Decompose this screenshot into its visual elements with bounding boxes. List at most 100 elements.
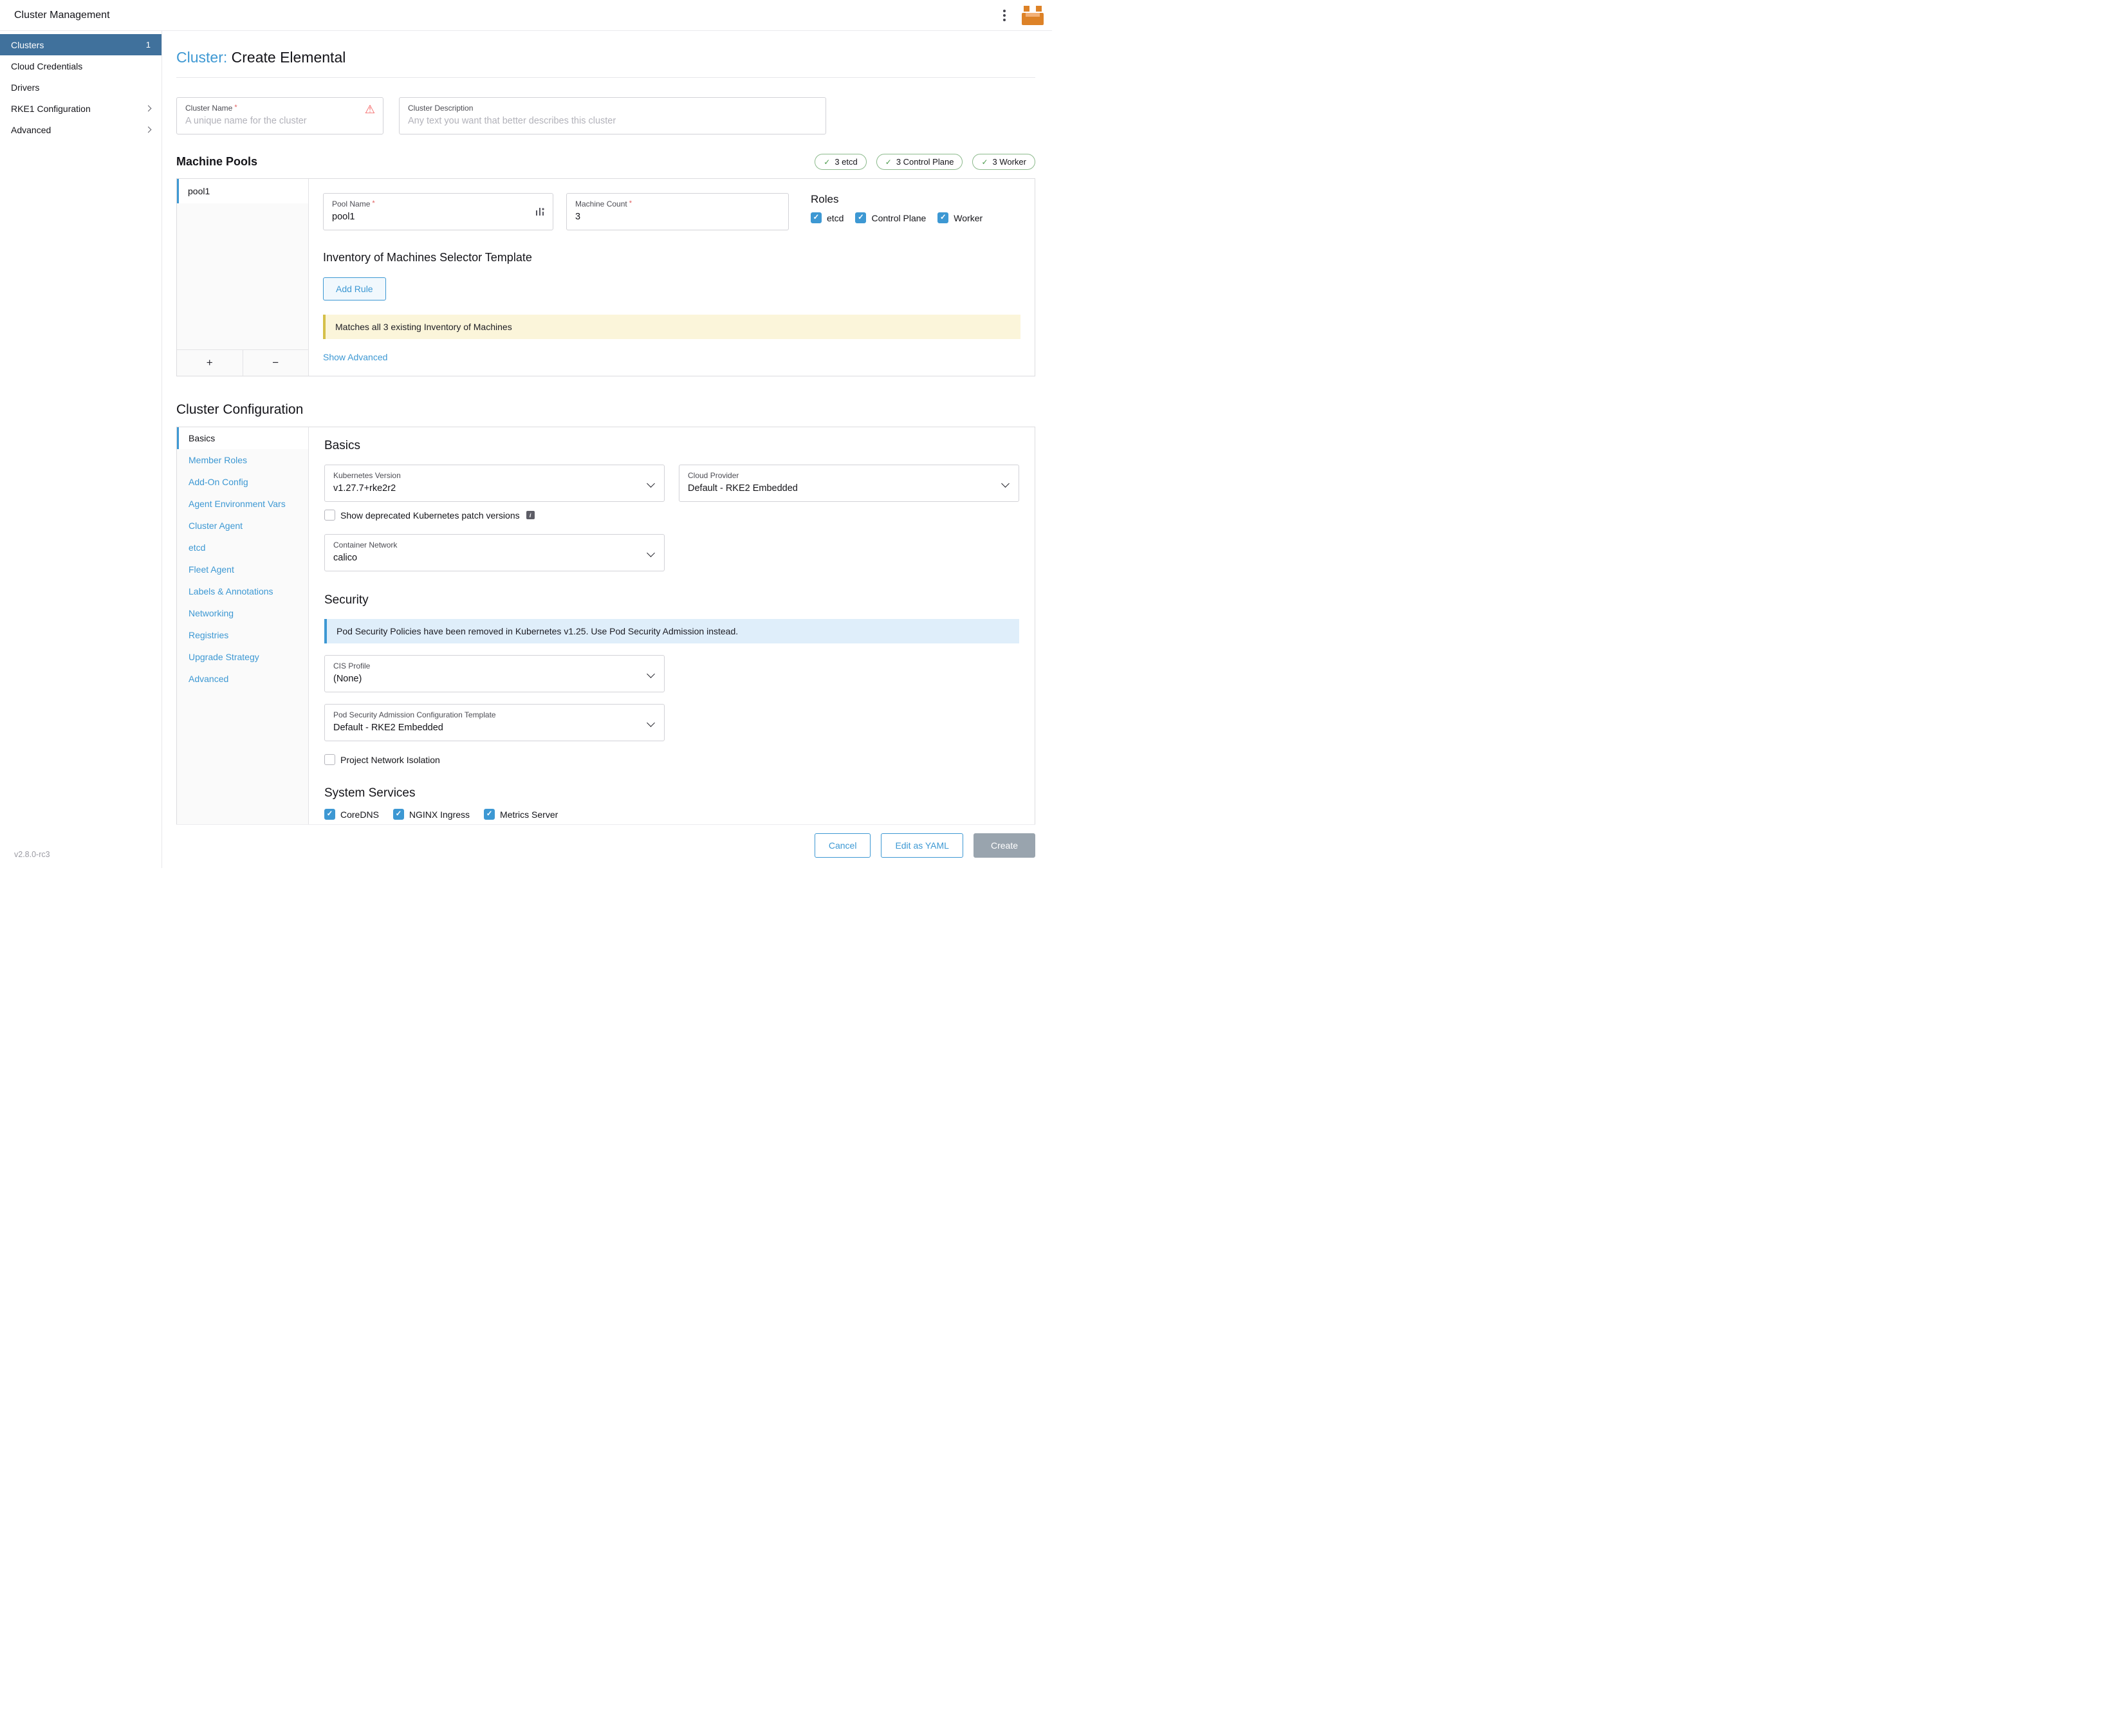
basics-heading: Basics [324, 439, 1019, 453]
role-control-plane-checkbox[interactable]: Control Plane [855, 212, 926, 223]
cluster-name-placeholder: A unique name for the cluster [185, 116, 374, 126]
info-icon [526, 511, 535, 519]
pool-name-field[interactable]: Pool Name pool1 [323, 193, 553, 230]
machine-count-field[interactable]: Machine Count 3 [566, 193, 789, 230]
checkbox-checked-icon [324, 809, 335, 820]
config-tab-agent-environment-vars[interactable]: Agent Environment Vars [177, 493, 308, 515]
sidebar-item-label: Cloud Credentials [11, 61, 82, 71]
checkbox-checked-icon [855, 212, 866, 223]
kubernetes-version-select[interactable]: Kubernetes Version v1.27.7+rke2r2 [324, 465, 665, 502]
config-tab-member-roles[interactable]: Member Roles [177, 449, 308, 471]
config-tab-upgrade-strategy[interactable]: Upgrade Strategy [177, 646, 308, 668]
machine-pools-card: pool1 + − Pool Name pool1 [176, 178, 1035, 376]
add-rule-button[interactable]: Add Rule [323, 277, 386, 300]
roles-heading: Roles [811, 193, 1020, 206]
sidebar-item-label: RKE1 Configuration [11, 104, 91, 114]
check-icon [824, 157, 830, 167]
container-network-select[interactable]: Container Network calico [324, 534, 665, 571]
pool-tab-pool1[interactable]: pool1 [177, 179, 308, 203]
top-bar: Cluster Management [0, 0, 1052, 31]
etcd-count-badge: 3 etcd [815, 154, 866, 170]
cloud-provider-select[interactable]: Cloud Provider Default - RKE2 Embedded [679, 465, 1019, 502]
config-tab-fleet-agent[interactable]: Fleet Agent [177, 559, 308, 580]
check-icon [981, 157, 988, 167]
chevron-right-icon [145, 127, 152, 133]
config-tab-etcd[interactable]: etcd [177, 537, 308, 559]
config-tabs-panel: Basics Member Roles Add-On Config Agent … [177, 427, 309, 835]
role-etcd-checkbox[interactable]: etcd [811, 212, 844, 223]
pod-security-notice-banner: Pod Security Policies have been removed … [324, 619, 1019, 643]
sidebar-item-rke1-configuration[interactable]: RKE1 Configuration [0, 98, 161, 119]
machine-count-value: 3 [575, 212, 780, 222]
pool-tabs-panel: pool1 + − [177, 179, 309, 376]
checkbox-checked-icon [937, 212, 948, 223]
inventory-selector-heading: Inventory of Machines Selector Template [323, 251, 1020, 264]
config-tab-labels-annotations[interactable]: Labels & Annotations [177, 580, 308, 602]
footer-action-bar: Cancel Edit as YAML Create [176, 824, 1035, 868]
show-advanced-link[interactable]: Show Advanced [323, 352, 387, 362]
warning-icon [365, 103, 375, 116]
sidebar-item-clusters[interactable]: Clusters 1 [0, 34, 161, 55]
pool-tabs-filler [177, 203, 308, 349]
service-metrics-server-checkbox[interactable]: Metrics Server [484, 809, 558, 820]
config-tab-networking[interactable]: Networking [177, 602, 308, 624]
clusters-count-badge: 1 [146, 40, 151, 50]
machine-pools-heading: Machine Pools [176, 155, 257, 169]
cluster-description-placeholder: Any text you want that better describes … [408, 116, 817, 126]
page-title-prefix: Cluster: [176, 49, 227, 66]
show-deprecated-versions-checkbox[interactable]: Show deprecated Kubernetes patch version… [324, 510, 535, 521]
main-content: Cluster: Create Elemental Cluster Name A… [162, 31, 1052, 868]
checkbox-unchecked-icon [324, 510, 335, 521]
add-pool-button[interactable]: + [177, 350, 243, 376]
edit-as-yaml-button[interactable]: Edit as YAML [881, 833, 963, 858]
create-button[interactable]: Create [974, 833, 1035, 858]
role-worker-checkbox[interactable]: Worker [937, 212, 983, 223]
sidebar-item-label: Clusters [11, 40, 44, 50]
check-icon [885, 157, 892, 167]
checkbox-unchecked-icon [324, 754, 335, 765]
cluster-name-field[interactable]: Cluster Name A unique name for the clust… [176, 97, 383, 134]
checkbox-checked-icon [811, 212, 822, 223]
page-title: Cluster: Create Elemental [176, 49, 1035, 66]
cancel-button[interactable]: Cancel [815, 833, 871, 858]
machine-count-label: Machine Count [575, 199, 780, 208]
remove-pool-button[interactable]: − [243, 350, 309, 376]
psa-template-select[interactable]: Pod Security Admission Configuration Tem… [324, 704, 665, 741]
config-tab-add-on-config[interactable]: Add-On Config [177, 471, 308, 493]
cis-profile-select[interactable]: CIS Profile (None) [324, 655, 665, 692]
roles-block: Roles etcd Control Plane [802, 193, 1020, 230]
sidebar-item-cloud-credentials[interactable]: Cloud Credentials [0, 55, 161, 77]
sidebar-item-label: Drivers [11, 82, 39, 93]
checkbox-checked-icon [484, 809, 495, 820]
checkbox-checked-icon [393, 809, 404, 820]
security-heading: Security [324, 593, 1019, 607]
control-plane-count-badge: 3 Control Plane [876, 154, 963, 170]
worker-count-badge: 3 Worker [972, 154, 1035, 170]
chevron-right-icon [145, 106, 152, 112]
config-tab-basics[interactable]: Basics [177, 427, 308, 449]
cluster-name-label: Cluster Name [185, 104, 374, 113]
cluster-description-label: Cluster Description [408, 104, 817, 113]
kebab-menu-icon[interactable] [998, 6, 1011, 25]
cluster-configuration-heading: Cluster Configuration [176, 402, 1035, 418]
cluster-description-field[interactable]: Cluster Description Any text you want th… [399, 97, 826, 134]
sidebar-item-label: Advanced [11, 125, 51, 135]
cluster-configuration-card: Basics Member Roles Add-On Config Agent … [176, 427, 1035, 836]
service-coredns-checkbox[interactable]: CoreDNS [324, 809, 379, 820]
pool-name-value: pool1 [332, 212, 544, 222]
sidebar-item-drivers[interactable]: Drivers [0, 77, 161, 98]
project-network-isolation-checkbox[interactable]: Project Network Isolation [324, 754, 440, 765]
config-tab-advanced[interactable]: Advanced [177, 668, 308, 690]
app-title: Cluster Management [14, 10, 110, 21]
generate-name-icon[interactable] [535, 207, 545, 219]
config-tab-registries[interactable]: Registries [177, 624, 308, 646]
service-nginx-ingress-checkbox[interactable]: NGINX Ingress [393, 809, 470, 820]
config-tab-cluster-agent[interactable]: Cluster Agent [177, 515, 308, 537]
page-title-name: Create Elemental [232, 49, 346, 66]
system-services-heading: System Services [324, 786, 1019, 800]
sidebar: Clusters 1 Cloud Credentials Drivers RKE… [0, 31, 162, 868]
matches-banner: Matches all 3 existing Inventory of Mach… [323, 315, 1020, 339]
brand-logo-icon[interactable] [1021, 5, 1044, 26]
pool-name-label: Pool Name [332, 199, 544, 208]
sidebar-item-advanced[interactable]: Advanced [0, 119, 161, 140]
